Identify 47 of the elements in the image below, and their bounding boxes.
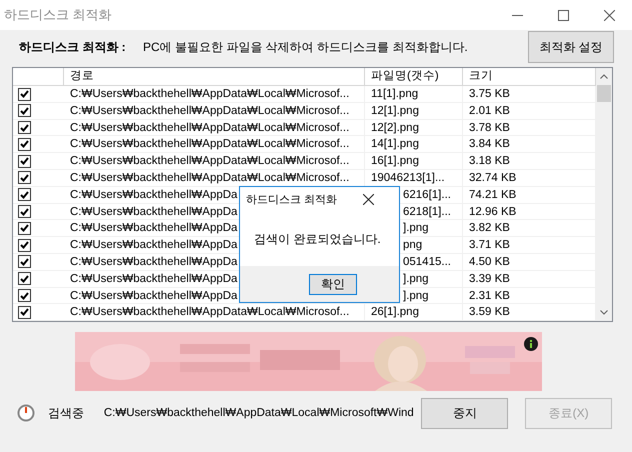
row-checkbox[interactable] <box>18 188 31 202</box>
row-checkbox[interactable] <box>18 238 31 252</box>
row-checkbox[interactable] <box>18 272 31 286</box>
column-header[interactable]: 파일명(갯수) <box>365 68 463 86</box>
scrollbar[interactable] <box>596 68 612 321</box>
status-label: 검색중 <box>48 404 85 422</box>
row-checkbox[interactable] <box>18 104 31 118</box>
status-path: C:₩Users₩backthehell₩AppData₩Local₩Microsoft₩Wind <box>104 407 415 419</box>
path-cell: C:₩Users₩backthehell₩AppData₩Local₩Microsof... <box>64 102 365 119</box>
row-checkbox[interactable] <box>18 171 31 184</box>
minimize-icon[interactable] <box>512 14 522 16</box>
row-checkbox[interactable] <box>18 255 31 268</box>
filename-cell: 16[1].png <box>365 153 463 170</box>
path-cell: C:₩Users₩backthehell₩AppData₩Local₩Microsof... <box>64 136 365 152</box>
scroll-down-icon[interactable] <box>600 310 608 315</box>
row-checkbox[interactable] <box>18 289 31 302</box>
path-cell: C:₩Users₩backthehell₩AppData₩Local₩Microsof... <box>64 153 365 170</box>
row-checkbox[interactable] <box>18 222 31 235</box>
settings-button[interactable]: 최적화 설정 <box>528 31 614 63</box>
filename-cell: 12[2].png <box>365 120 463 136</box>
path-cell: C:₩Users₩backthehell₩AppData₩Local₩Microsof... <box>64 304 365 320</box>
column-header[interactable]: 경로 <box>64 68 365 86</box>
stop-button[interactable]: 중지 <box>421 398 508 428</box>
filename-cell: 14[1].png <box>365 136 463 152</box>
close-icon[interactable] <box>362 194 374 204</box>
row-checkbox[interactable] <box>18 205 31 218</box>
filename-cell: 12[1].png <box>365 102 463 119</box>
scrollbar-thumb[interactable] <box>597 85 611 102</box>
header-label: 하드디스크 최적화 : <box>19 38 127 56</box>
scroll-up-icon[interactable] <box>600 74 608 79</box>
ok-button[interactable]: 확인 <box>309 274 357 294</box>
checkbox-column-header[interactable] <box>13 68 64 86</box>
maximize-icon[interactable] <box>558 10 568 20</box>
row-checkbox[interactable] <box>18 154 31 168</box>
filename-cell: 26[1].png <box>365 304 463 320</box>
row-checkbox[interactable] <box>18 306 31 319</box>
path-cell: C:₩Users₩backthehell₩AppData₩Local₩Microsof... <box>64 120 365 136</box>
path-cell: C:₩Users₩backthehell₩AppData₩Local₩Microsof... <box>64 86 365 102</box>
window-title: 하드디스크 최적화 <box>4 6 113 24</box>
row-checkbox[interactable] <box>18 88 31 100</box>
header-description: PC에 불필요한 파일을 삭제하여 하드디스크를 최적화합니다. <box>143 38 469 56</box>
row-checkbox[interactable] <box>18 121 31 134</box>
filename-cell: 11[1].png <box>365 86 463 102</box>
info-icon[interactable] <box>524 337 538 351</box>
progress-icon <box>17 404 35 422</box>
row-checkbox[interactable] <box>18 138 31 151</box>
close-icon[interactable] <box>604 10 614 20</box>
